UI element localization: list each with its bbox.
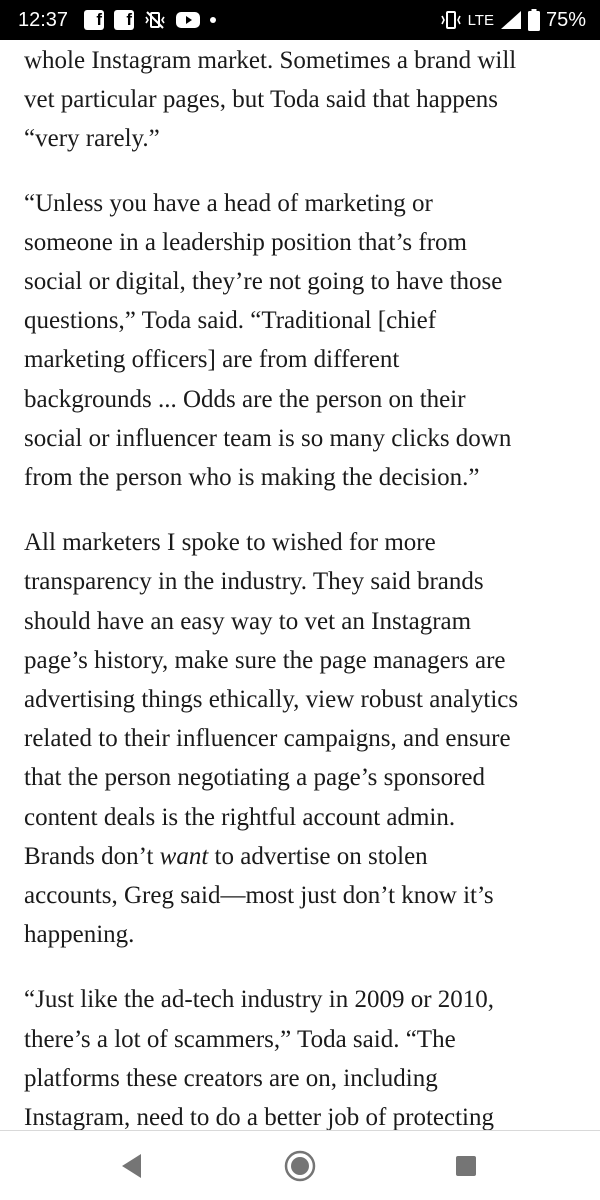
text-line: happening.: [24, 921, 135, 949]
text-line: that the person negotiating a page’s spo…: [24, 764, 485, 792]
battery-level: 75%: [545, 8, 586, 31]
back-icon: [122, 1154, 141, 1178]
text-line: content deals is the rightful account ad…: [24, 803, 456, 831]
vibrate-off-icon: [144, 10, 166, 30]
home-button[interactable]: [283, 1149, 317, 1183]
network-type: LTE: [467, 11, 494, 29]
text-segment: Brands don’t: [24, 842, 160, 870]
article-paragraph: whole Instagram market. Sometimes a bran…: [24, 41, 584, 159]
text-line: Instagram, need to do a better job of pr…: [24, 1104, 494, 1130]
text-line: social or digital, they’re not going to …: [24, 268, 503, 296]
more-notifications-dot: [210, 17, 217, 23]
facebook-icon: f: [114, 10, 135, 30]
clock: 12:37: [18, 8, 69, 31]
recents-icon: [456, 1156, 476, 1176]
article-paragraph: “Unless you have a head of marketing or …: [24, 184, 584, 498]
text-line: All marketers I spoke to wished for more: [24, 529, 436, 557]
facebook-icon: f: [84, 10, 105, 30]
article-paragraph: “Just like the ad-tech industry in 2009 …: [24, 980, 584, 1130]
back-button[interactable]: [115, 1149, 149, 1183]
emphasis-text: want: [159, 842, 209, 870]
status-bar: 12:37 f f LTE 75%: [0, 0, 600, 40]
text-line: marketing officers] are from different: [24, 346, 400, 374]
text-line: “Unless you have a head of marketing or: [24, 189, 433, 217]
text-line: accounts, Greg said—most just don’t know…: [24, 882, 494, 910]
article-body: whole Instagram market. Sometimes a bran…: [24, 40, 584, 1130]
text-line: vet particular pages, but Toda said that…: [24, 86, 499, 114]
text-line: from the person who is making the decisi…: [24, 464, 480, 492]
vibrate-icon: [440, 10, 462, 30]
text-line: whole Instagram market. Sometimes a bran…: [24, 47, 517, 74]
text-line: transparency in the industry. They said …: [24, 568, 484, 596]
navigation-bar: [0, 1131, 600, 1200]
youtube-icon: [176, 11, 201, 29]
text-line: page’s history, make sure the page manag…: [24, 646, 506, 674]
article-paragraph: All marketers I spoke to wished for more…: [24, 523, 584, 954]
text-line: should have an easy way to vet an Instag…: [24, 607, 472, 635]
text-line: related to their influencer campaigns, a…: [24, 725, 511, 753]
battery-icon: [527, 9, 540, 31]
text-line: Brands don’t want to advertise on stolen: [24, 837, 584, 876]
text-line: “Just like the ad-tech industry in 2009 …: [24, 986, 495, 1014]
text-line: there’s a lot of scammers,” Toda said. “…: [24, 1025, 456, 1053]
text-line: platforms these creators are on, includi…: [24, 1064, 438, 1092]
text-line: someone in a leadership position that’s …: [24, 228, 467, 256]
home-icon: [284, 1150, 316, 1182]
recents-button[interactable]: [449, 1149, 483, 1183]
signal-icon: [500, 10, 522, 30]
text-line: “very rarely.”: [24, 125, 160, 153]
text-line: questions,” Toda said. “Traditional [chi…: [24, 307, 437, 335]
text-line: advertising things ethically, view robus…: [24, 686, 519, 714]
text-line: social or influencer team is so many cli…: [24, 424, 512, 452]
text-segment: to advertise on stolen: [208, 842, 428, 870]
text-line: backgrounds ... Odds are the person on t…: [24, 385, 466, 413]
